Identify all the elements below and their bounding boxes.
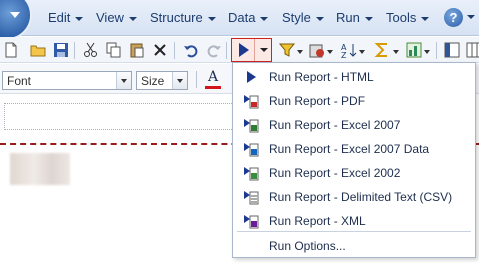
- chevron-down-icon[interactable]: [116, 72, 131, 89]
- font-size-select[interactable]: Size: [136, 71, 188, 90]
- copy-icon[interactable]: [106, 42, 122, 58]
- chevron-down-icon[interactable]: [467, 15, 475, 19]
- toolbar-separator: [196, 71, 197, 88]
- new-document-icon[interactable]: [3, 42, 19, 58]
- xml-report-icon: [244, 215, 259, 229]
- report-header-area[interactable]: [4, 103, 242, 130]
- menu-item-run-csv[interactable]: Run Report - Delimited Text (CSV): [233, 185, 475, 209]
- menu-view[interactable]: View: [96, 10, 137, 25]
- menu-item-run-html[interactable]: Run Report - HTML: [233, 65, 475, 89]
- run-html-icon: [247, 71, 256, 83]
- redo-icon[interactable]: [206, 42, 222, 58]
- undo-icon[interactable]: [183, 42, 199, 58]
- font-color-swatch: [205, 86, 221, 89]
- columns-icon[interactable]: [466, 42, 479, 58]
- menu-style[interactable]: Style: [282, 10, 324, 25]
- cut-icon[interactable]: [83, 42, 99, 58]
- redacted-content: [10, 153, 70, 185]
- chevron-down-icon[interactable]: [172, 72, 187, 89]
- layout-icon[interactable]: [444, 42, 460, 58]
- filter-icon[interactable]: [279, 42, 295, 58]
- chevron-down-icon[interactable]: [260, 48, 268, 52]
- menu-item-run-excel-2002[interactable]: Run Report - Excel 2002: [233, 161, 475, 185]
- split-divider: [254, 39, 255, 61]
- chevron-down-icon[interactable]: [393, 50, 399, 54]
- run-report-split-button[interactable]: [231, 38, 272, 62]
- chevron-down-icon: [10, 12, 20, 18]
- excel-data-report-icon: [244, 143, 259, 157]
- run-report-dropdown: Run Report - HTML Run Report - PDF Run R…: [232, 62, 476, 258]
- menu-bar: Edit View Structure Data Style Run Tools…: [0, 0, 479, 40]
- delete-icon[interactable]: [152, 42, 168, 58]
- menu-item-run-pdf[interactable]: Run Report - PDF: [233, 89, 475, 113]
- calculation-icon[interactable]: [309, 42, 325, 58]
- chevron-down-icon: [75, 16, 84, 21]
- chevron-down-icon: [207, 16, 216, 21]
- chevron-down-icon: [421, 16, 430, 21]
- chevron-down-icon[interactable]: [327, 50, 333, 54]
- menu-run[interactable]: Run: [336, 10, 373, 25]
- menu-item-run-xml[interactable]: Run Report - XML: [233, 209, 475, 233]
- csv-report-icon: [244, 191, 259, 205]
- chevron-down-icon: [315, 16, 324, 21]
- play-icon[interactable]: [239, 43, 249, 57]
- toolbar-separator: [436, 42, 437, 59]
- font-color-button[interactable]: A: [205, 69, 221, 89]
- toolbar-separator: [226, 42, 227, 59]
- font-select[interactable]: Font: [2, 71, 132, 90]
- menu-edit[interactable]: Edit: [48, 10, 84, 25]
- chart-icon[interactable]: [406, 42, 422, 58]
- summary-icon[interactable]: [374, 42, 390, 58]
- toolbar-separator: [74, 42, 75, 59]
- chevron-down-icon: [364, 16, 373, 21]
- sort-icon[interactable]: AZ: [341, 42, 357, 58]
- app-menu-button[interactable]: [0, 0, 32, 40]
- toolbar-separator: [174, 42, 175, 59]
- excel-report-icon: [244, 119, 259, 133]
- pdf-report-icon: [244, 95, 259, 109]
- chevron-down-icon[interactable]: [297, 50, 303, 54]
- menu-separator: [237, 231, 471, 232]
- excel-report-icon: [244, 167, 259, 181]
- menu-item-run-excel-2007[interactable]: Run Report - Excel 2007: [233, 113, 475, 137]
- chevron-down-icon: [260, 16, 269, 21]
- paste-icon[interactable]: [129, 42, 145, 58]
- menu-structure[interactable]: Structure: [150, 10, 216, 25]
- help-icon[interactable]: ?: [444, 8, 463, 27]
- open-folder-icon[interactable]: [30, 42, 46, 58]
- chevron-down-icon: [128, 16, 137, 21]
- svg-text:Z: Z: [341, 51, 347, 58]
- menu-data[interactable]: Data: [228, 10, 269, 25]
- chevron-down-icon[interactable]: [359, 50, 365, 54]
- menu-tools[interactable]: Tools: [386, 10, 430, 25]
- menu-item-run-excel-2007-data[interactable]: Run Report - Excel 2007 Data: [233, 137, 475, 161]
- chevron-down-icon[interactable]: [424, 50, 430, 54]
- save-icon[interactable]: [53, 42, 69, 58]
- menu-item-run-options[interactable]: Run Options...: [233, 234, 475, 258]
